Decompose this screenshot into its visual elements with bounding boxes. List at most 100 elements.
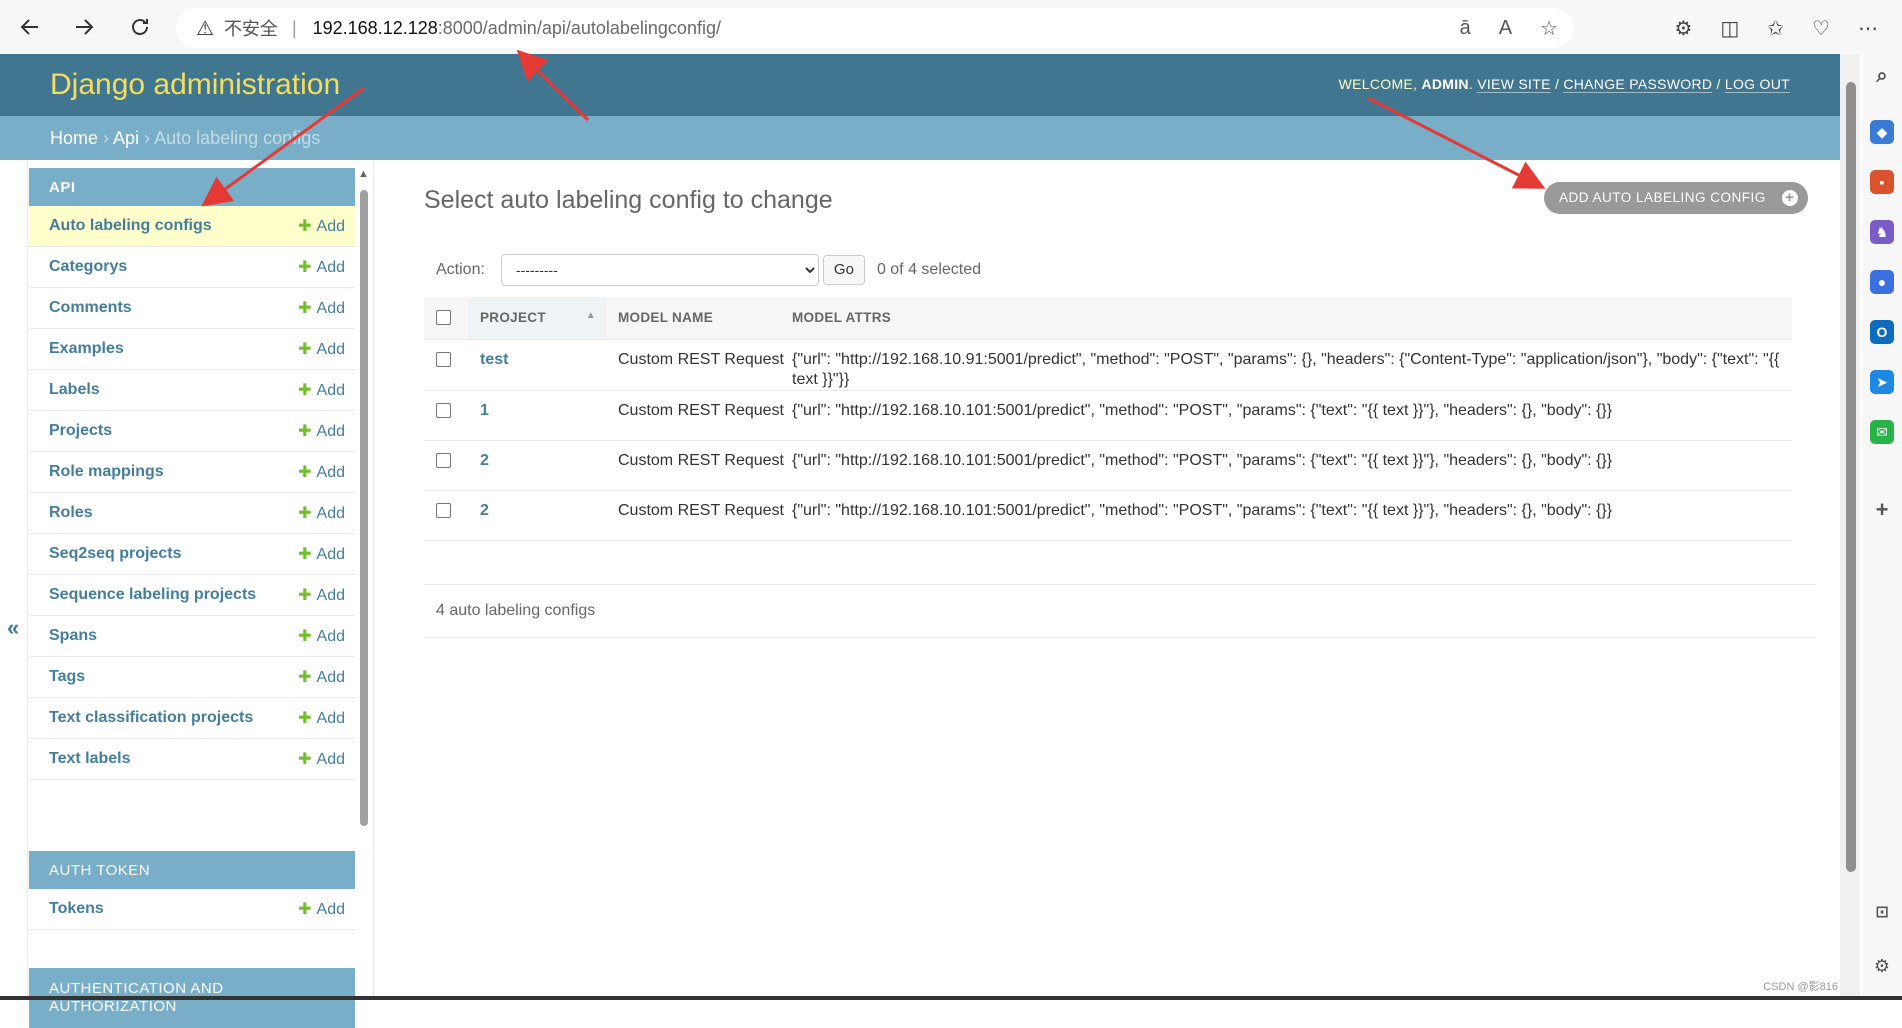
refresh-icon[interactable] [120,7,160,47]
scroll-up-icon[interactable]: ▲ [358,168,369,180]
sidebar-item[interactable]: Sequence labeling projects ✚ Add [29,575,355,616]
sidebar-item[interactable]: Tags ✚ Add [29,657,355,698]
sidebar-item[interactable]: Comments ✚ Add [29,288,355,329]
sidebar-add-link[interactable]: ✚ Add [298,462,345,482]
select-all-checkbox[interactable] [436,309,451,325]
sidebar-item[interactable]: Seq2seq projects ✚ Add [29,534,355,575]
sidebar-item-label[interactable]: Seq2seq projects [49,545,182,563]
sidebar-item-label[interactable]: Categorys [49,258,127,276]
sidebar-screenshot-icon[interactable]: ⊡ [1870,900,1894,924]
page-scrollbar[interactable] [1840,54,1860,996]
back-icon[interactable] [10,7,50,47]
row-checkbox[interactable] [436,402,451,418]
add-label[interactable]: Add [317,505,345,522]
project-link[interactable]: 1 [480,402,489,419]
sidebar-item[interactable]: Tokens ✚ Add [29,889,355,930]
view-site-link[interactable]: VIEW SITE [1477,76,1551,93]
read-aloud-icon[interactable]: A [1499,17,1512,40]
add-label[interactable]: Add [317,751,345,768]
sidebar-item[interactable]: Text labels ✚ Add [29,739,355,780]
sidebar-item-label[interactable]: Role mappings [49,463,164,481]
project-link[interactable]: 2 [480,452,489,469]
sidebar-add-link[interactable]: ✚ Add [298,899,345,919]
sidebar-item[interactable]: Categorys ✚ Add [29,247,355,288]
sort-up-icon[interactable]: ▲ [586,310,596,321]
sidebar-item-label[interactable]: Examples [49,340,124,358]
sidebar-item-label[interactable]: Comments [49,299,132,317]
add-label[interactable]: Add [317,382,345,399]
favorite-star-icon[interactable]: ☆ [1540,16,1558,41]
sidebar-send-icon[interactable]: ➤ [1870,370,1894,394]
sidebar-item[interactable]: Text classification projects ✚ Add [29,698,355,739]
row-checkbox[interactable] [436,502,451,518]
breadcrumb-app[interactable]: Api [113,128,139,148]
add-label[interactable]: Add [317,423,345,440]
sidebar-add-link[interactable]: ✚ Add [298,626,345,646]
sidebar-add-icon[interactable]: + [1870,497,1894,522]
sidebar-item-label[interactable]: Text classification projects [49,709,253,727]
sidebar-item[interactable]: Roles ✚ Add [29,493,355,534]
sidebar-add-link[interactable]: ✚ Add [298,298,345,318]
sidebar-item-label[interactable]: Tags [49,668,85,686]
sidebar-copilot-icon[interactable]: ● [1870,270,1894,294]
add-auto-labeling-config-button[interactable]: ADD AUTO LABELING CONFIG + [1544,182,1808,214]
sidebar-item-label[interactable]: Tokens [49,900,104,918]
sidebar-item[interactable]: Auto labeling configs ✚ Add [29,206,355,247]
browser-essentials-icon[interactable]: ♡ [1812,16,1830,41]
sidebar-add-link[interactable]: ✚ Add [298,216,345,236]
add-label[interactable]: Add [317,300,345,317]
project-link[interactable]: 2 [480,502,489,519]
log-out-link[interactable]: LOG OUT [1724,76,1790,93]
column-label-model-attrs[interactable]: MODEL ATTRS [792,310,891,325]
forward-icon[interactable] [64,7,104,47]
sidebar-settings-icon[interactable]: ⚙ [1870,954,1894,978]
sidebar-item-label[interactable]: Sequence labeling projects [49,586,256,604]
module-caption-auth-token[interactable]: AUTH TOKEN [29,851,355,889]
column-header-project[interactable]: PROJECT ▲ [468,297,606,340]
row-checkbox[interactable] [436,351,451,367]
project-link[interactable]: test [480,351,508,368]
sidebar-tag-icon[interactable]: ◆ [1870,120,1894,144]
add-label[interactable]: Add [317,628,345,645]
sidebar-item-label[interactable]: Text labels [49,750,131,768]
breadcrumb-home[interactable]: Home [50,128,98,148]
sidebar-item-label[interactable]: Roles [49,504,93,522]
site-branding[interactable]: Django administration [50,68,340,102]
column-label-project[interactable]: PROJECT [480,310,546,325]
add-label[interactable]: Add [317,218,345,235]
sidebar-add-link[interactable]: ✚ Add [298,708,345,728]
sidebar-outlook-icon[interactable]: O [1870,320,1894,344]
module-caption-api[interactable]: API [29,168,355,206]
sidebar-add-link[interactable]: ✚ Add [298,380,345,400]
add-label[interactable]: Add [317,669,345,686]
sidebar-wechat-icon[interactable]: ✉ [1870,420,1894,444]
column-header-model-attrs[interactable]: MODEL ATTRS [784,297,1792,340]
sidebar-add-link[interactable]: ✚ Add [298,749,345,769]
add-label[interactable]: Add [317,259,345,276]
add-label[interactable]: Add [317,341,345,358]
sidebar-games-icon[interactable]: ♞ [1870,220,1894,244]
column-label-model-name[interactable]: MODEL NAME [618,310,713,325]
add-label[interactable]: Add [317,587,345,604]
favorites-icon[interactable]: ✩ [1767,16,1784,41]
sidebar-item[interactable]: Role mappings ✚ Add [29,452,355,493]
extensions-icon[interactable]: ⚙ [1674,16,1692,41]
nav-sidebar-scrollbar[interactable]: ▲ [357,168,371,1000]
change-password-link[interactable]: CHANGE PASSWORD [1563,76,1713,93]
sidebar-search-icon[interactable]: ⌕ [1870,64,1894,88]
row-checkbox[interactable] [436,452,451,468]
sidebar-add-link[interactable]: ✚ Add [298,667,345,687]
sidebar-toolbox-icon[interactable]: ▪ [1870,170,1894,194]
sidebar-add-link[interactable]: ✚ Add [298,585,345,605]
split-screen-icon[interactable]: ◫ [1720,16,1739,41]
sidebar-add-link[interactable]: ✚ Add [298,257,345,277]
address-bar[interactable]: ⚠ 不安全 | 192.168.12.128 :8000/admin/api/a… [176,8,1574,48]
add-label[interactable]: Add [317,901,345,918]
go-button[interactable]: Go [822,255,865,285]
action-select[interactable]: --------- [500,254,819,286]
more-menu-icon[interactable]: ⋯ [1858,16,1878,41]
sidebar-item[interactable]: Spans ✚ Add [29,616,355,657]
add-label[interactable]: Add [317,546,345,563]
sidebar-item[interactable]: Projects ✚ Add [29,411,355,452]
sidebar-add-link[interactable]: ✚ Add [298,421,345,441]
